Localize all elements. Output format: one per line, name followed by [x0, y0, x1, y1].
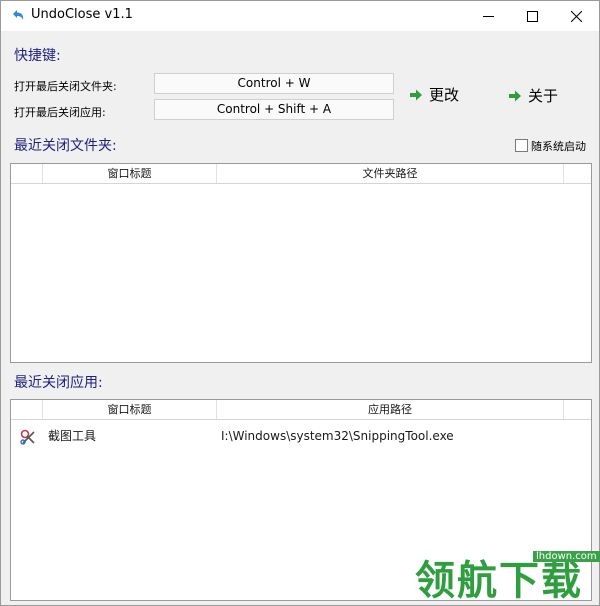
folders-column-path[interactable]: 文件夹路径 [217, 164, 564, 183]
minimize-icon [482, 15, 494, 17]
startup-checkbox[interactable] [515, 139, 528, 152]
folders-icon-column[interactable] [11, 164, 43, 183]
folders-column-title[interactable]: 窗口标题 [43, 164, 217, 183]
app-row[interactable]: 截图工具 I:\Windows\system32\SnippingTool.ex… [11, 425, 591, 447]
snipping-tool-icon [19, 428, 36, 452]
undo-app-icon [10, 8, 26, 24]
folder-hotkey-label: 打开最后关闭文件夹: [14, 80, 117, 93]
maximize-icon [526, 10, 538, 22]
apps-column-title[interactable]: 窗口标题 [43, 400, 217, 419]
close-button[interactable] [553, 1, 599, 31]
apps-column-path[interactable]: 应用路径 [217, 400, 564, 419]
about-button[interactable]: 关于 [508, 85, 558, 106]
app-row-path: I:\Windows\system32\SnippingTool.exe [221, 429, 454, 443]
folders-section-title: 最近关闭文件夹: [14, 138, 117, 154]
folder-hotkey-field[interactable]: Control + W [154, 73, 394, 94]
change-button-label: 更改 [429, 86, 460, 104]
app-hotkey-label: 打开最后关闭应用: [14, 106, 106, 119]
close-icon [570, 10, 582, 22]
folders-list-header: 窗口标题 文件夹路径 [11, 164, 591, 184]
app-window: UndoClose v1.1 快捷键: 打开最后关闭文件夹: Control +… [0, 0, 600, 606]
recent-folders-list[interactable]: 窗口标题 文件夹路径 [10, 163, 592, 363]
startup-label: 随系统启动 [531, 140, 586, 153]
maximize-button[interactable] [509, 1, 555, 31]
watermark-url: lhdown.com [533, 551, 600, 562]
about-button-label: 关于 [528, 87, 559, 105]
app-row-title: 截图工具 [48, 429, 97, 443]
green-arrow-icon [410, 89, 422, 100]
change-button[interactable]: 更改 [409, 84, 459, 105]
title-bar[interactable]: UndoClose v1.1 [1, 1, 599, 31]
apps-icon-column[interactable] [11, 400, 43, 419]
apps-section-title: 最近关闭应用: [14, 375, 103, 391]
window-title: UndoClose v1.1 [31, 7, 133, 22]
hotkeys-section-title: 快捷键: [14, 48, 61, 64]
app-hotkey-field[interactable]: Control + Shift + A [154, 99, 394, 120]
green-arrow-icon [509, 90, 521, 101]
minimize-button[interactable] [465, 1, 511, 31]
apps-list-header: 窗口标题 应用路径 [11, 400, 591, 420]
